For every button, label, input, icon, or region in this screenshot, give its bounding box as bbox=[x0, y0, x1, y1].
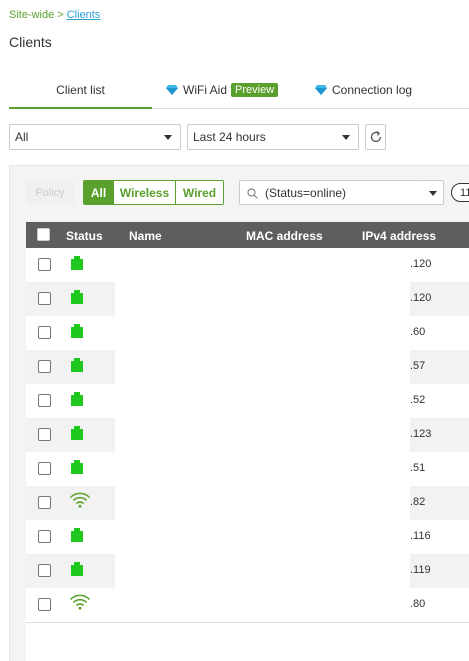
time-range-value: Last 24 hours bbox=[193, 130, 266, 144]
search-dropdown-button[interactable] bbox=[423, 180, 444, 205]
ipv4-cell: .60 bbox=[410, 326, 426, 338]
client-table-body: .120 .120 .60 .57 .52 .123 .51 .82 .116 .119 .80 bbox=[26, 248, 469, 622]
table-row[interactable]: .52 bbox=[26, 384, 469, 418]
row-checkbox[interactable] bbox=[38, 394, 51, 407]
row-checkbox[interactable] bbox=[38, 462, 51, 475]
ipv4-cell: .116 bbox=[410, 530, 431, 542]
site-select[interactable]: All bbox=[9, 124, 181, 150]
table-row[interactable]: .123 bbox=[26, 418, 469, 452]
breadcrumb-site-wide[interactable]: Site-wide bbox=[9, 9, 54, 21]
row-checkbox[interactable] bbox=[38, 428, 51, 441]
ipv4-cell: .51 bbox=[410, 462, 426, 474]
wired-status-icon bbox=[69, 324, 85, 343]
tab-client-list-label: Client list bbox=[56, 82, 105, 97]
tab-wifi-aid-label: WiFi Aid bbox=[183, 83, 228, 97]
breadcrumb-clients-link[interactable]: Clients bbox=[67, 9, 101, 21]
row-checkbox[interactable] bbox=[38, 326, 51, 339]
ipv4-cell: .80 bbox=[410, 598, 426, 610]
search-input[interactable]: (Status=online) bbox=[239, 180, 424, 205]
diamond-icon bbox=[166, 85, 178, 95]
wifi-status-icon bbox=[69, 492, 91, 513]
column-header-mac[interactable]: MAC address bbox=[246, 229, 323, 243]
wired-status-icon bbox=[69, 290, 85, 309]
preview-badge: Preview bbox=[231, 83, 279, 97]
row-checkbox[interactable] bbox=[38, 258, 51, 271]
wifi-status-icon bbox=[69, 594, 91, 615]
time-range-select[interactable]: Last 24 hours bbox=[187, 124, 359, 150]
wired-status-icon bbox=[69, 460, 85, 479]
connection-type-filter: All Wireless Wired bbox=[83, 180, 224, 205]
column-header-status[interactable]: Status bbox=[66, 229, 103, 243]
table-row[interactable]: .57 bbox=[26, 350, 469, 384]
table-row[interactable]: .60 bbox=[26, 316, 469, 350]
table-footer bbox=[26, 622, 469, 661]
table-row[interactable]: .82 bbox=[26, 486, 469, 520]
tab-wifi-aid[interactable]: WiFi Aid Preview bbox=[166, 72, 279, 108]
column-header-name[interactable]: Name bbox=[129, 229, 162, 243]
row-checkbox[interactable] bbox=[38, 292, 51, 305]
table-header: Status Name MAC address IPv4 address bbox=[26, 222, 469, 248]
row-checkbox[interactable] bbox=[38, 530, 51, 543]
table-row[interactable]: .116 bbox=[26, 520, 469, 554]
table-row[interactable]: .119 bbox=[26, 554, 469, 588]
policy-button[interactable]: Policy bbox=[26, 180, 74, 205]
filter-wired-button[interactable]: Wired bbox=[175, 181, 223, 204]
tab-connection-log-label: Connection log bbox=[332, 83, 413, 97]
page-title: Clients bbox=[9, 34, 52, 50]
ipv4-cell: .123 bbox=[410, 428, 432, 440]
search-icon bbox=[247, 188, 258, 199]
breadcrumb-separator: > bbox=[57, 9, 64, 21]
ipv4-cell: .120 bbox=[410, 292, 432, 304]
breadcrumb: Site-wide > Clients bbox=[9, 9, 100, 21]
filter-all-button[interactable]: All bbox=[84, 181, 113, 204]
table-row[interactable]: .120 bbox=[26, 282, 469, 316]
wired-status-icon bbox=[69, 528, 85, 547]
site-select-value: All bbox=[15, 130, 29, 144]
tab-connection-log[interactable]: Connection log bbox=[315, 72, 412, 108]
table-row[interactable]: .120 bbox=[26, 248, 469, 282]
row-checkbox[interactable] bbox=[38, 496, 51, 509]
diamond-icon bbox=[315, 85, 327, 95]
chevron-down-icon bbox=[342, 135, 350, 140]
ipv4-cell: .82 bbox=[410, 496, 426, 508]
row-checkbox[interactable] bbox=[38, 564, 51, 577]
filter-wireless-button[interactable]: Wireless bbox=[113, 181, 175, 204]
chevron-down-icon bbox=[429, 191, 437, 196]
tab-client-list[interactable]: Client list bbox=[9, 72, 152, 109]
wired-status-icon bbox=[69, 426, 85, 445]
ipv4-cell: .52 bbox=[410, 394, 426, 406]
search-value: (Status=online) bbox=[265, 185, 347, 200]
ipv4-cell: .120 bbox=[410, 258, 432, 270]
ipv4-cell: .119 bbox=[410, 564, 431, 576]
select-all-checkbox[interactable] bbox=[37, 228, 50, 241]
row-checkbox[interactable] bbox=[38, 360, 51, 373]
refresh-icon bbox=[370, 130, 381, 143]
wired-status-icon bbox=[69, 392, 85, 411]
wired-status-icon bbox=[69, 358, 85, 377]
refresh-button[interactable] bbox=[365, 124, 386, 150]
table-row[interactable]: .80 bbox=[26, 588, 469, 622]
table-row[interactable]: .51 bbox=[26, 452, 469, 486]
wired-status-icon bbox=[69, 256, 85, 275]
row-checkbox[interactable] bbox=[38, 598, 51, 611]
wired-status-icon bbox=[69, 562, 85, 581]
result-count-badge: 11 bbox=[451, 183, 469, 202]
column-header-ipv4[interactable]: IPv4 address bbox=[362, 229, 436, 243]
tab-bar: Client list WiFi Aid Preview Connection … bbox=[9, 72, 469, 109]
ipv4-cell: .57 bbox=[410, 360, 426, 372]
chevron-down-icon bbox=[164, 135, 172, 140]
